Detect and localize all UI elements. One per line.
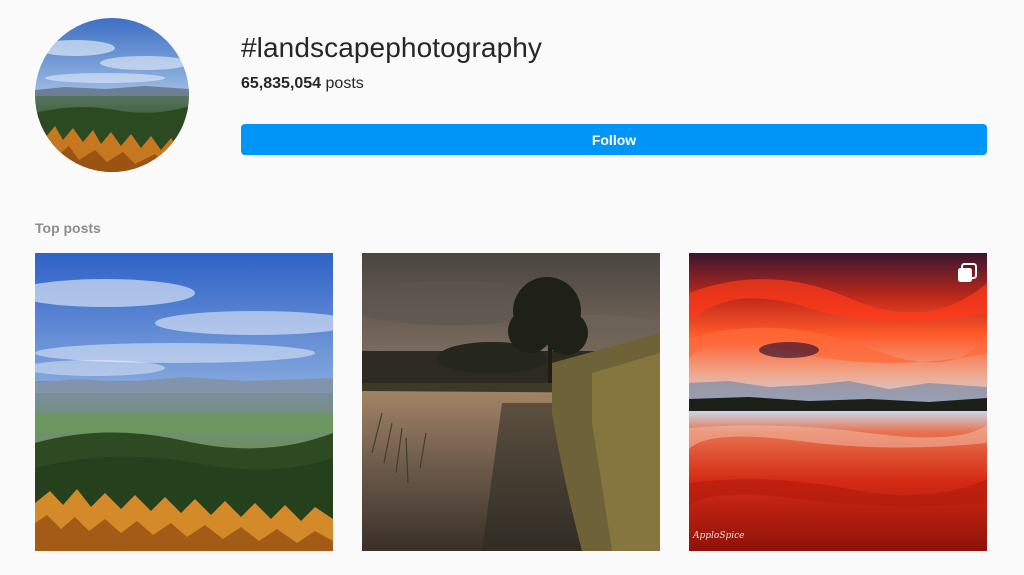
carousel-icon	[958, 263, 977, 282]
post-image	[689, 253, 987, 551]
post-image	[362, 253, 660, 551]
post-watermark: ApploSpice	[693, 531, 745, 541]
top-posts-title: Top posts	[35, 220, 101, 236]
hashtag-avatar	[35, 18, 189, 172]
avatar-image	[35, 18, 189, 172]
top-post-3[interactable]: ApploSpice	[689, 253, 987, 551]
post-count: 65,835,054 posts	[241, 75, 364, 93]
hashtag-title: #landscapephotography	[241, 32, 543, 63]
hashtag-page: #landscapephotography 65,835,054 posts F…	[0, 0, 1024, 575]
hashtag-header: #landscapephotography 65,835,054 posts F…	[0, 0, 1024, 190]
follow-button[interactable]: Follow	[241, 124, 987, 155]
top-post-1[interactable]	[35, 253, 333, 551]
post-count-suffix: posts	[321, 75, 364, 92]
top-posts-grid: ApploSpice	[35, 253, 987, 551]
post-count-number: 65,835,054	[241, 75, 322, 92]
post-image	[35, 253, 333, 551]
top-post-2[interactable]	[362, 253, 660, 551]
